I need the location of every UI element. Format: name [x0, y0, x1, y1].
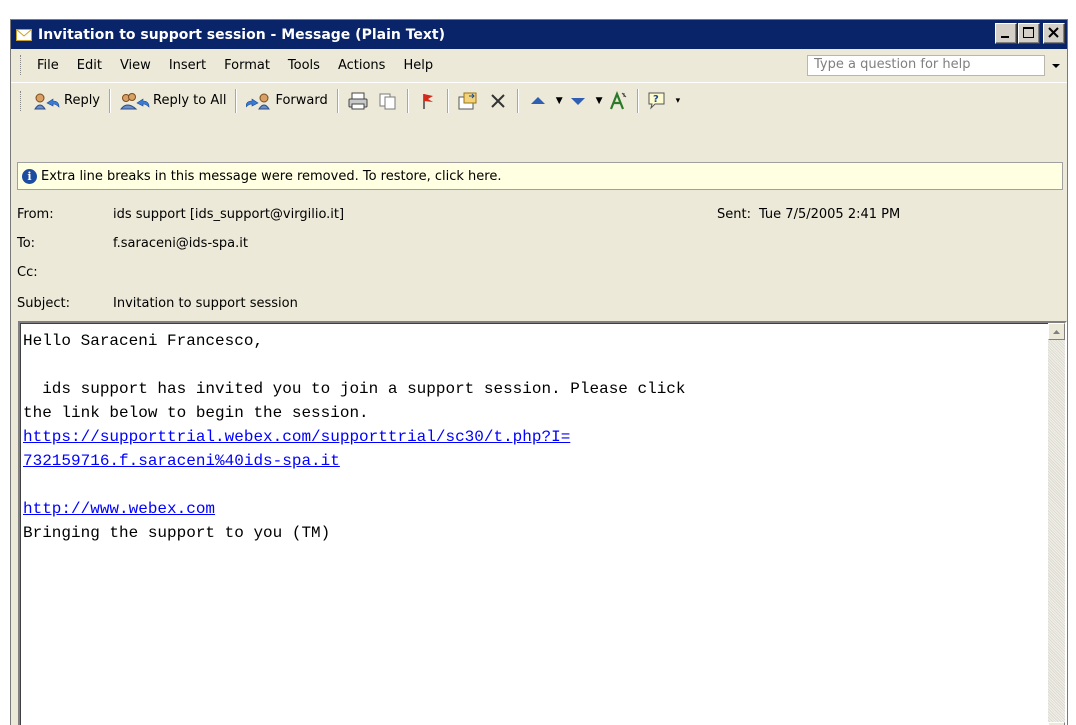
reply-all-button[interactable]: Reply to All — [115, 88, 231, 114]
from-row: From: ids support [ids_support@virgilio.… — [17, 207, 344, 222]
menu-format[interactable]: Format — [215, 58, 279, 73]
minimize-button[interactable] — [995, 23, 1017, 44]
body-line-2: the link below to begin the session. — [23, 404, 369, 422]
maximize-icon — [1023, 27, 1034, 38]
help-search-input[interactable]: Type a question for help — [807, 55, 1045, 76]
to-label: To: — [17, 236, 36, 251]
menu-edit[interactable]: Edit — [68, 58, 111, 73]
sent-row: Sent: Tue 7/5/2005 2:41 PM — [717, 207, 900, 222]
flag-icon[interactable] — [416, 89, 440, 113]
subject-value: Invitation to support session — [113, 296, 298, 311]
toolbar-separator — [516, 88, 519, 113]
info-bar-text: Extra line breaks in this message were r… — [41, 168, 502, 184]
forward-label: Forward — [275, 93, 328, 108]
toolbar-grip[interactable] — [20, 90, 24, 111]
toolbar-separator — [406, 88, 409, 113]
forward-icon — [246, 93, 271, 109]
close-button[interactable] — [1043, 23, 1065, 44]
toolbar-separator — [336, 88, 339, 113]
print-icon[interactable] — [346, 89, 370, 113]
from-label: From: — [17, 207, 54, 222]
message-text[interactable]: Hello Saraceni Francesco, ids support ha… — [23, 329, 1033, 545]
reply-all-label: Reply to All — [153, 93, 227, 108]
message-window: Invitation to support session - Message … — [10, 19, 1068, 725]
next-dropdown-icon[interactable]: ▼ — [596, 96, 603, 106]
scroll-up-button[interactable] — [1048, 323, 1065, 340]
toolbar-separator — [446, 88, 449, 113]
sent-value: Tue 7/5/2005 2:41 PM — [758, 207, 901, 222]
info-bar[interactable]: i Extra line breaks in this message were… — [17, 162, 1063, 190]
menu-view[interactable]: View — [111, 58, 160, 73]
menu-help[interactable]: Help — [394, 58, 442, 73]
cc-label: Cc: — [17, 265, 38, 280]
session-link-part-1[interactable]: https://supporttrial.webex.com/supporttr… — [23, 428, 570, 446]
envelope-icon — [16, 28, 32, 41]
reply-button[interactable]: Reply — [28, 88, 105, 114]
toolbar-separator — [235, 88, 238, 113]
close-icon — [1048, 27, 1059, 38]
help-dropdown-icon[interactable]: ▾ — [676, 96, 681, 106]
message-body[interactable]: Hello Saraceni Francesco, ids support ha… — [18, 321, 1067, 725]
body-line-1: ids support has invited you to join a su… — [23, 380, 686, 398]
reply-all-icon — [120, 92, 150, 109]
scroll-up-icon — [1053, 330, 1060, 334]
address-book-icon[interactable] — [606, 89, 630, 113]
previous-item-icon[interactable] — [526, 89, 550, 113]
to-row: To: f.saraceni@ids-spa.it — [17, 236, 248, 251]
copy-icon[interactable] — [376, 89, 400, 113]
vertical-scrollbar[interactable] — [1048, 323, 1065, 725]
sent-label: Sent: — [717, 207, 751, 222]
minimize-icon — [1001, 36, 1009, 38]
signature-line: Bringing the support to you (TM) — [23, 524, 331, 542]
subject-row: Subject: Invitation to support session — [17, 296, 298, 311]
title-bar[interactable]: Invitation to support session - Message … — [11, 20, 1067, 49]
reply-icon — [34, 93, 60, 109]
session-link-part-2[interactable]: 732159716.f.saraceni%40ids-spa.it — [23, 452, 340, 470]
menu-tools[interactable]: Tools — [279, 58, 329, 73]
delete-icon[interactable] — [486, 89, 510, 113]
menu-insert[interactable]: Insert — [160, 58, 215, 73]
menu-actions[interactable]: Actions — [329, 58, 395, 73]
forward-button[interactable]: Forward — [241, 88, 332, 114]
cc-row: Cc: — [17, 265, 113, 280]
to-value[interactable]: f.saraceni@ids-spa.it — [113, 236, 248, 251]
standard-toolbar: Reply Reply to All Forward ▼ ▼ ? ▾ — [11, 82, 1067, 118]
next-item-icon[interactable] — [566, 89, 590, 113]
menu-bar: File Edit View Insert Format Tools Actio… — [11, 49, 1067, 81]
menubar-grip[interactable] — [20, 55, 24, 75]
subject-label: Subject: — [17, 296, 70, 311]
help-icon[interactable]: ? — [646, 89, 670, 113]
toolbar-separator — [636, 88, 639, 113]
from-value[interactable]: ids support [ids_support@virgilio.it] — [113, 207, 344, 222]
previous-dropdown-icon[interactable]: ▼ — [556, 96, 563, 106]
move-to-folder-icon[interactable] — [456, 89, 480, 113]
window-title: Invitation to support session - Message … — [38, 26, 446, 43]
reply-label: Reply — [64, 93, 101, 108]
svg-text:?: ? — [653, 94, 659, 105]
chevron-down-icon[interactable] — [1051, 60, 1061, 70]
greeting-line: Hello Saraceni Francesco, — [23, 332, 264, 350]
toolbar-separator — [109, 88, 112, 113]
info-icon: i — [22, 168, 37, 184]
menu-file[interactable]: File — [28, 58, 68, 73]
webex-link[interactable]: http://www.webex.com — [23, 500, 215, 518]
maximize-button[interactable] — [1018, 23, 1040, 44]
